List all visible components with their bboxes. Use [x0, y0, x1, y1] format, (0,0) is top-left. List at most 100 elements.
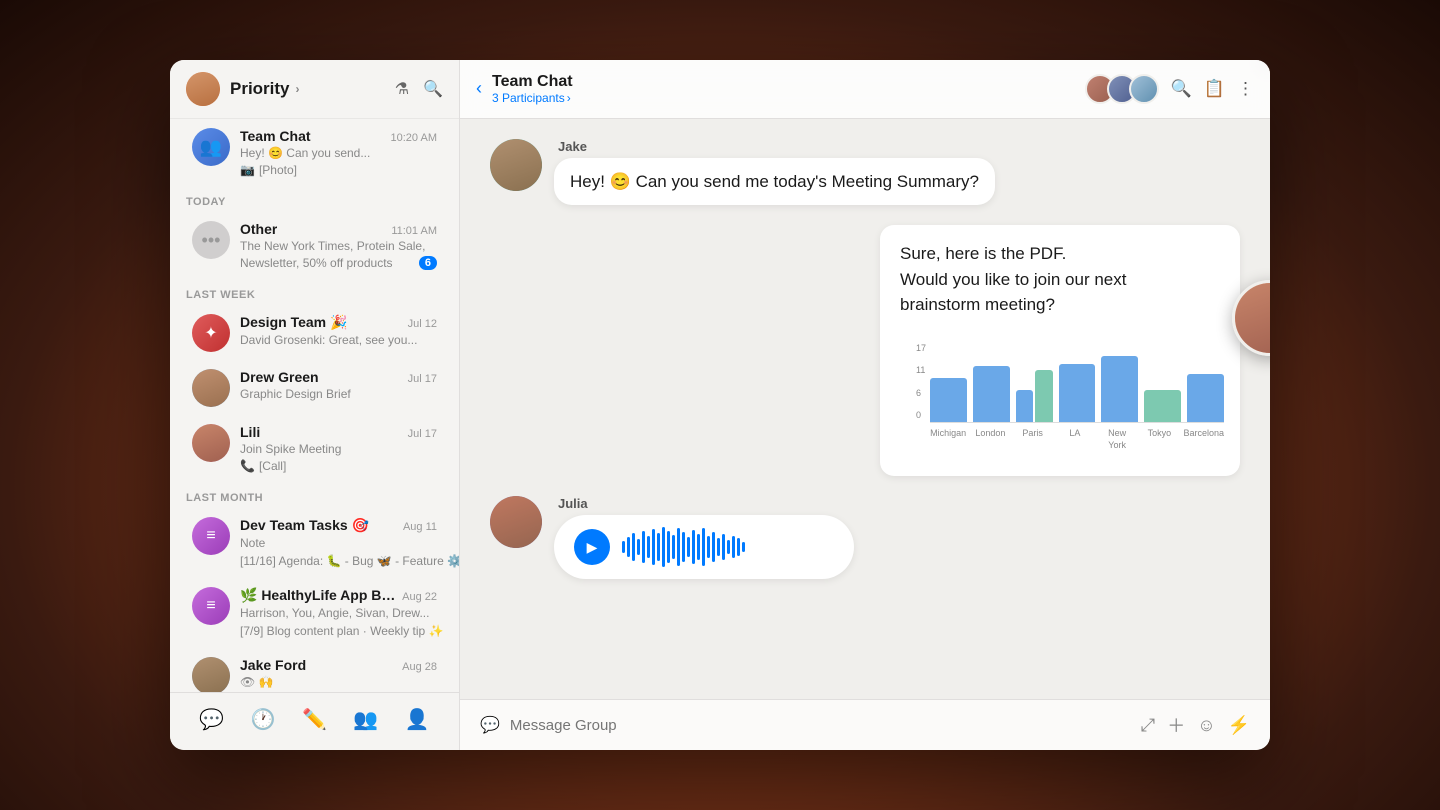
conv-preview2: [7/9] Blog content plan · Weekly tip ✨	[240, 624, 444, 638]
conv-preview2: [Call]	[259, 459, 286, 473]
conv-preview: Note	[240, 536, 265, 550]
wave-bar	[657, 533, 660, 561]
conv-content: Lili Jul 17 Join Spike Meeting 📞 [Call]	[240, 424, 437, 473]
chat-subtitle[interactable]: 3 Participants ›	[492, 91, 573, 105]
play-button[interactable]: ▶	[574, 529, 610, 565]
bar-group	[1144, 390, 1181, 422]
search-chat-button[interactable]: 🔍	[1171, 79, 1192, 99]
wave-bar	[697, 534, 700, 560]
nav-messages-button[interactable]: 💬	[191, 703, 232, 736]
wave-bar	[737, 538, 740, 556]
conv-preview: 👁 🙌	[240, 675, 274, 689]
chart-label: Michigan	[930, 427, 966, 452]
conv-content: Dev Team Tasks 🎯 Aug 11 Note [11/16] Age…	[240, 517, 437, 570]
more-options-button[interactable]: ⋮	[1237, 79, 1254, 99]
x-axis	[930, 422, 1224, 423]
bar	[1101, 356, 1138, 422]
lightning-button[interactable]: ⚡	[1228, 715, 1250, 736]
conv-name: Drew Green	[240, 369, 319, 385]
conv-preview: David Grosenki: Great, see you...	[240, 333, 417, 347]
chart-label: Paris	[1015, 427, 1051, 452]
wave-bar	[682, 532, 685, 562]
wave-bar	[637, 539, 640, 555]
team-chat-avatar: 👥	[192, 128, 230, 166]
chat-title-block: Team Chat 3 Participants ›	[492, 72, 573, 106]
chat-header-right: 🔍 📋 ⋮	[1085, 74, 1254, 104]
conv-name-row: Lili Jul 17	[240, 424, 437, 440]
conv-name: Lili	[240, 424, 260, 440]
conv-preview2: [11/16] Agenda: 🐛 - Bug 🦋 - Feature ⚙️	[240, 554, 459, 568]
sidebar: Priority › ⚗ 🔍 👥 Team Chat	[170, 60, 460, 750]
search-button[interactable]: 🔍	[423, 79, 443, 99]
list-item[interactable]: ≡ Dev Team Tasks 🎯 Aug 11 Note [11/16] A…	[176, 509, 453, 578]
conv-name: 🌿 HealthyLife App Blog 🌿	[240, 587, 398, 604]
chat-header: ‹ Team Chat 3 Participants ›	[460, 60, 1270, 119]
nav-profile-button[interactable]: 👤	[397, 703, 438, 736]
sidebar-title[interactable]: Priority ›	[230, 79, 300, 99]
chart-labels: Michigan London Paris LA New York Tokyo …	[930, 427, 1224, 452]
chat-title: Team Chat	[492, 72, 573, 91]
conv-time: 10:20 AM	[391, 132, 437, 144]
wave-bar	[687, 537, 690, 557]
msg-content: Sure, here is the PDF.Would you like to …	[880, 225, 1240, 476]
julia-avatar	[490, 496, 542, 548]
section-label-last-month: LAST MONTH	[170, 482, 459, 508]
sidebar-header-icons: ⚗ 🔍	[395, 79, 443, 99]
bar-group	[930, 378, 967, 422]
wave-bar	[722, 534, 725, 560]
list-item[interactable]: ✦ Design Team 🎉 Jul 12 David Grosenki: G…	[176, 306, 453, 360]
sidebar-nav: 💬 🕐 ✏️ 👥 👤	[170, 692, 459, 750]
back-button[interactable]: ‹	[476, 78, 482, 99]
bar	[1187, 374, 1224, 422]
wave-bar	[662, 527, 665, 567]
conv-content: Team Chat 10:20 AM Hey! 😊 Can you send..…	[240, 128, 437, 177]
lili-avatar	[192, 424, 230, 462]
emoji-button[interactable]: ☺	[1197, 715, 1215, 736]
filter-button[interactable]: ⚗	[395, 79, 409, 99]
chat-area: ‹ Team Chat 3 Participants ›	[460, 60, 1270, 750]
nav-contacts-button[interactable]: 👥	[345, 703, 386, 736]
conv-name: Other	[240, 221, 277, 237]
bar-blue	[1016, 390, 1033, 422]
conv-preview: Join Spike Meeting	[240, 442, 341, 456]
list-item[interactable]: ≡ 🌿 HealthyLife App Blog 🌿 Aug 22 Harris…	[176, 579, 453, 648]
wave-bar	[727, 540, 730, 554]
conv-preview: Harrison, You, Angie, Sivan, Drew...	[240, 606, 429, 620]
bar-group	[1059, 364, 1096, 422]
expand-button[interactable]: ⤢	[1141, 715, 1155, 736]
video-call-button[interactable]: 📋	[1204, 79, 1225, 99]
conv-name-row: 🌿 HealthyLife App Blog 🌿 Aug 22	[240, 587, 437, 604]
conv-name: Design Team 🎉	[240, 314, 347, 331]
chart-bars-area: Michigan London Paris LA New York Tokyo …	[930, 342, 1224, 452]
attach-button[interactable]: ＋	[1167, 712, 1185, 738]
participant-avatar-3	[1129, 74, 1159, 104]
other-avatar: •••	[192, 221, 230, 259]
conv-name-row: Drew Green Jul 17	[240, 369, 437, 385]
jake-ford-avatar	[192, 657, 230, 692]
list-item[interactable]: Lili Jul 17 Join Spike Meeting 📞 [Call]	[176, 416, 453, 481]
wave-bar	[647, 536, 650, 558]
camera-icon: 📷	[240, 163, 255, 177]
conv-name-row: Jake Ford Aug 28	[240, 657, 437, 673]
chat-input-area: 💬 ⤢ ＋ ☺ ⚡	[460, 699, 1270, 750]
chart-label: Barcelona	[1184, 427, 1225, 452]
y-label: 6	[916, 387, 926, 400]
nav-compose-button[interactable]: ✏️	[294, 703, 335, 736]
bar-group	[973, 366, 1010, 422]
msg-text: Hey! 😊 Can you send me today's Meeting S…	[570, 172, 979, 191]
nav-recent-button[interactable]: 🕐	[243, 703, 284, 736]
drew-avatar	[192, 369, 230, 407]
design-team-avatar: ✦	[192, 314, 230, 352]
voice-message-bubble: ▶	[554, 515, 854, 579]
msg-sender: Julia	[554, 496, 854, 511]
list-item[interactable]: Drew Green Jul 17 Graphic Design Brief	[176, 361, 453, 415]
message-input[interactable]	[510, 717, 1131, 734]
list-item[interactable]: Jake Ford Aug 28 👁 🙌	[176, 649, 453, 692]
list-item[interactable]: ••• Other 11:01 AM The New York Times, P…	[176, 213, 453, 278]
list-item[interactable]: 👥 Team Chat 10:20 AM Hey! 😊 Can you send…	[176, 120, 453, 185]
conv-time: Aug 11	[403, 521, 437, 533]
chart-label: London	[972, 427, 1008, 452]
healthylife-avatar: ≡	[192, 587, 230, 625]
message-row: Julia ▶	[490, 496, 854, 579]
wave-bar	[622, 541, 625, 553]
